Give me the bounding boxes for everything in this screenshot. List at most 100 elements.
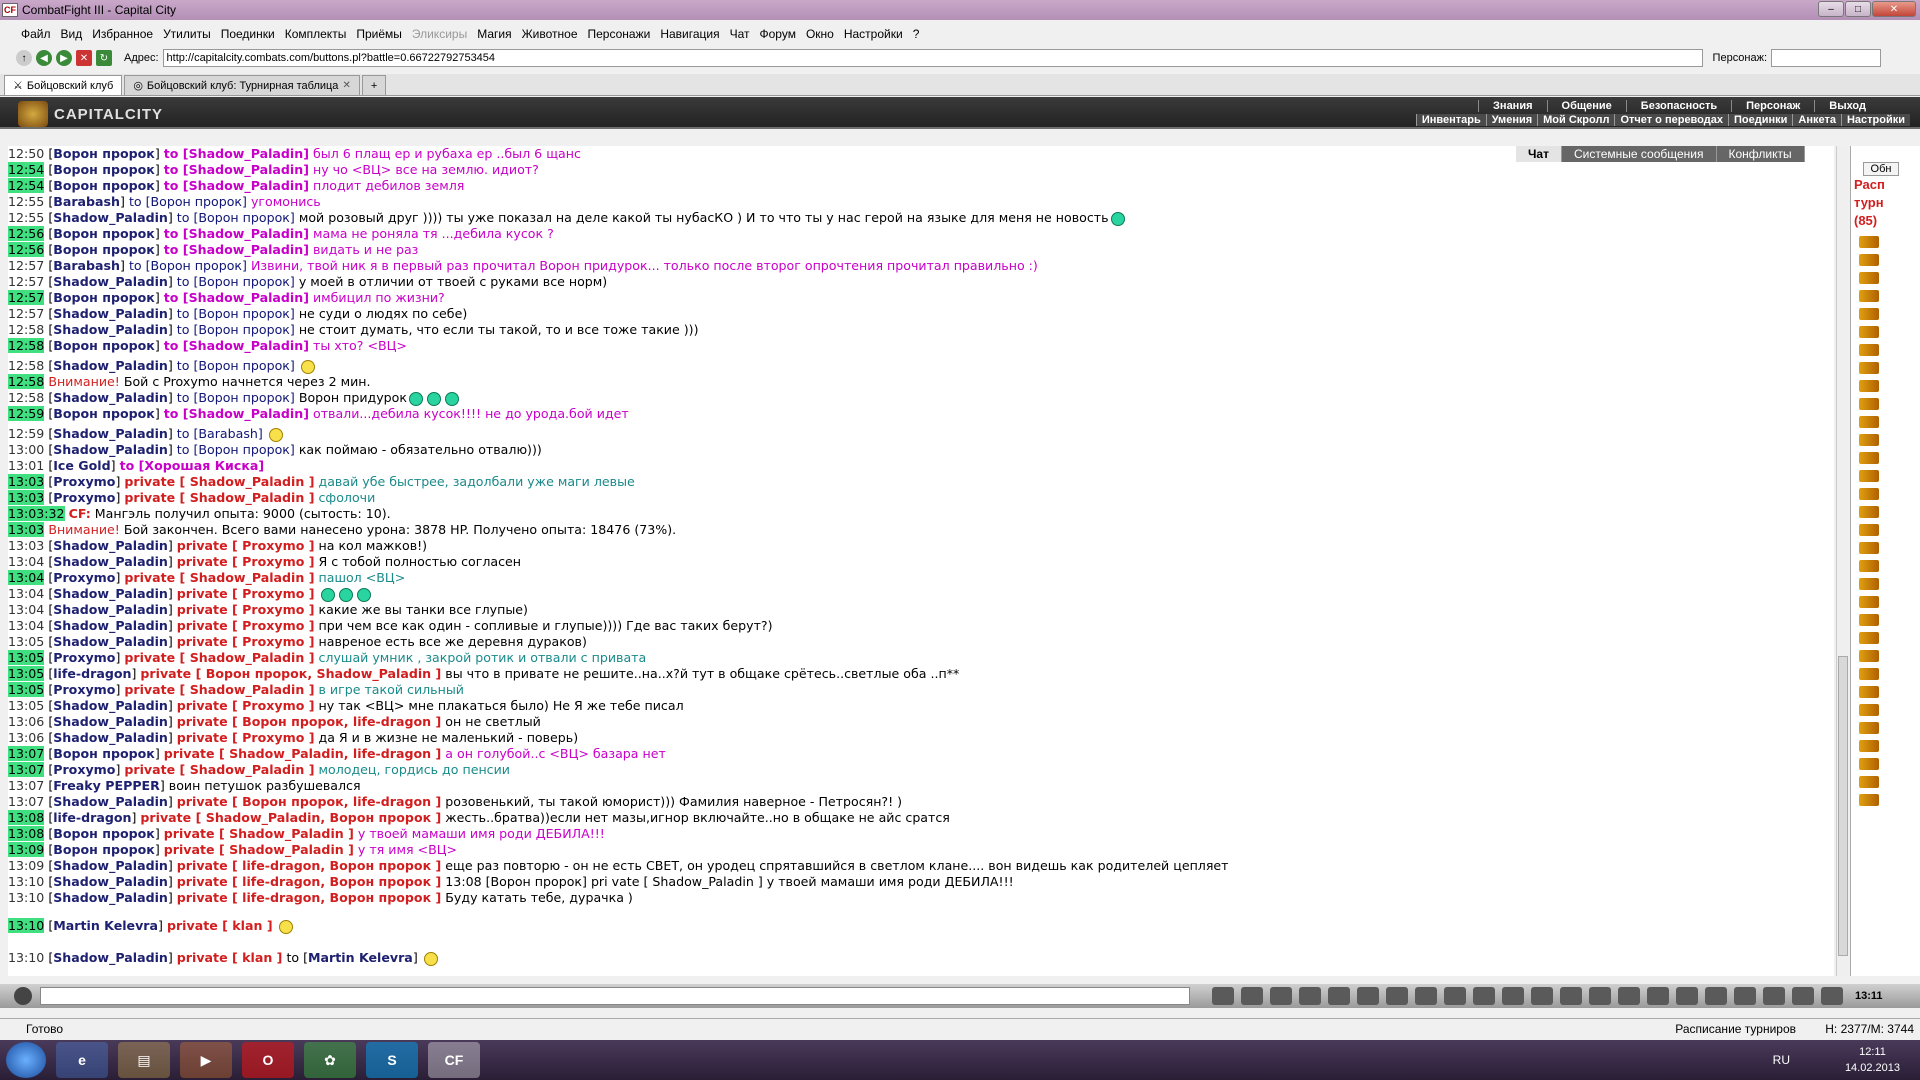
header-link[interactable]: Персонаж	[1731, 100, 1814, 112]
chat-tool-icon[interactable]	[1531, 987, 1553, 1005]
to-target[interactable]: to [Ворон пророк]	[177, 274, 295, 289]
to-target[interactable]: to [Хорошая Киска]	[120, 458, 265, 473]
chat-nick[interactable]: Barabash	[53, 258, 120, 273]
chat-nick[interactable]: Ворон пророк	[53, 826, 155, 841]
tournament-entry-icon[interactable]	[1859, 560, 1879, 572]
private-target[interactable]: private [ Ворон пророк, Shadow_Paladin ]	[140, 666, 441, 681]
tab-tournament-table[interactable]: ◎ Бойцовский клуб: Турнирная таблица ✕	[124, 75, 360, 95]
tournament-entry-icon[interactable]	[1859, 794, 1879, 806]
chat-tool-icon[interactable]	[1270, 987, 1292, 1005]
system-clock[interactable]: 12:11 14.02.2013	[1845, 1044, 1900, 1076]
header-link[interactable]: Умения	[1485, 114, 1537, 126]
schedule-link[interactable]: Расписание турниров	[1675, 1022, 1796, 1036]
to-target[interactable]: to [Ворон пророк]	[177, 358, 295, 373]
chat-nick[interactable]: Martin Kelevra	[53, 918, 158, 933]
tournament-entry-icon[interactable]	[1859, 398, 1879, 410]
private-target[interactable]: private [ Shadow_Paladin ]	[124, 490, 314, 505]
chat-nick[interactable]: Shadow_Paladin	[53, 390, 168, 405]
tournament-entry-icon[interactable]	[1859, 344, 1879, 356]
chat-nick[interactable]: Shadow_Paladin	[53, 210, 168, 225]
menu-item[interactable]: Поединки	[216, 27, 280, 41]
tournament-entry-icon[interactable]	[1859, 668, 1879, 680]
chat-tool-icon[interactable]	[1647, 987, 1669, 1005]
tournament-entry-icon[interactable]	[1859, 380, 1879, 392]
private-target[interactable]: private [ Proxymo ]	[177, 586, 315, 601]
menu-item[interactable]: Настройки	[839, 27, 908, 41]
chat-nick[interactable]: Freaky PEPPER	[53, 778, 160, 793]
chat-nick[interactable]: Ворон пророк	[53, 746, 155, 761]
private-target[interactable]: private [ life-dragon, Ворон пророк ]	[177, 858, 441, 873]
tournament-entry-icon[interactable]	[1859, 542, 1879, 554]
chat-nick[interactable]: Shadow_Paladin	[53, 730, 168, 745]
private-target[interactable]: private [ Proxymo ]	[177, 602, 315, 617]
tournament-entry-icon[interactable]	[1859, 416, 1879, 428]
chat-nick[interactable]: Shadow_Paladin	[53, 554, 168, 569]
tournament-entry-icon[interactable]	[1859, 686, 1879, 698]
chat-tool-icon[interactable]	[1589, 987, 1611, 1005]
chat-nick[interactable]: Shadow_Paladin	[53, 874, 168, 889]
tab-close-icon[interactable]: ✕	[342, 80, 350, 91]
menu-item[interactable]: Окно	[801, 27, 839, 41]
chat-tool-icon[interactable]	[1502, 987, 1524, 1005]
chat-tool-icon[interactable]	[1444, 987, 1466, 1005]
header-link[interactable]: Поединки	[1727, 114, 1792, 126]
to-target[interactable]: to [Shadow_Paladin]	[164, 178, 309, 193]
chat-tool-icon[interactable]	[1241, 987, 1263, 1005]
private-target[interactable]: private [ Proxymo ]	[177, 618, 315, 633]
chat-nick[interactable]: Shadow_Paladin	[53, 634, 168, 649]
tournament-entry-icon[interactable]	[1859, 290, 1879, 302]
chat-nick[interactable]: Shadow_Paladin	[53, 274, 168, 289]
menu-item[interactable]: Эликсиры	[407, 27, 472, 41]
chat-nick[interactable]: Ворон пророк	[53, 146, 155, 161]
scrollbar-thumb[interactable]	[1838, 656, 1848, 956]
chat-tab[interactable]: Конфликты	[1716, 146, 1805, 162]
chat-tool-icon[interactable]	[1473, 987, 1495, 1005]
chat-tool-icon[interactable]	[1734, 987, 1756, 1005]
chat-nick[interactable]: Shadow_Paladin	[53, 322, 168, 337]
chat-nick[interactable]: Shadow_Paladin	[53, 794, 168, 809]
header-link[interactable]: Выход	[1814, 100, 1880, 112]
to-target[interactable]: to [Shadow_Paladin]	[164, 226, 309, 241]
header-link[interactable]: Отчет о переводах	[1614, 114, 1728, 126]
private-target[interactable]: private [ Shadow_Paladin, Ворон пророк ]	[140, 810, 441, 825]
menu-item[interactable]: Приёмы	[351, 27, 407, 41]
to-target[interactable]: to [Barabash]	[177, 426, 263, 441]
to-target[interactable]: to [Ворон пророк]	[129, 258, 247, 273]
chat-nick[interactable]: Proxymo	[53, 490, 115, 505]
menu-item[interactable]: Избранное	[87, 27, 158, 41]
tournament-entry-icon[interactable]	[1859, 254, 1879, 266]
tournament-entry-icon[interactable]	[1859, 776, 1879, 788]
chat-tab[interactable]: Системные сообщения	[1561, 146, 1717, 162]
menu-item[interactable]: Утилиты	[158, 27, 216, 41]
to-target[interactable]: to [Shadow_Paladin]	[164, 146, 309, 161]
chat-tool-icon[interactable]	[1821, 987, 1843, 1005]
back-icon[interactable]: ◀	[36, 50, 52, 66]
to-target[interactable]: to [Ворон пророк]	[177, 306, 295, 321]
private-target[interactable]: private [ klan ]	[167, 918, 273, 933]
chat-tool-icon[interactable]	[1560, 987, 1582, 1005]
to-target[interactable]: to [Ворон пророк]	[177, 322, 295, 337]
header-link[interactable]: Общение	[1546, 100, 1626, 112]
to-target[interactable]: to [Shadow_Paladin]	[164, 406, 309, 421]
chat-nick[interactable]: Shadow_Paladin	[53, 858, 168, 873]
nav-menu-icon[interactable]: ↑	[16, 50, 32, 66]
chat-nick[interactable]: Shadow_Paladin	[53, 586, 168, 601]
chat-tool-icon[interactable]	[1705, 987, 1727, 1005]
close-icon[interactable]: ✕	[1872, 1, 1916, 17]
to-target[interactable]: to [Shadow_Paladin]	[164, 338, 309, 353]
chat-nick[interactable]: Shadow_Paladin	[53, 358, 168, 373]
chat-nick[interactable]: Ворон пророк	[53, 290, 155, 305]
menu-item[interactable]: Форум	[755, 27, 801, 41]
private-target[interactable]: private [ life-dragon, Ворон пророк ]	[177, 890, 441, 905]
tournament-entry-icon[interactable]	[1859, 326, 1879, 338]
chat-nick[interactable]: Ворон пророк	[53, 242, 155, 257]
chat-nick[interactable]: life-dragon	[53, 810, 131, 825]
chat-tool-icon[interactable]	[1386, 987, 1408, 1005]
menu-item[interactable]: Комплекты	[280, 27, 352, 41]
tournament-entry-icon[interactable]	[1859, 578, 1879, 590]
private-target[interactable]: private [ Shadow_Paladin ]	[124, 570, 314, 585]
chat-nick[interactable]: Ворон пророк	[53, 338, 155, 353]
chat-nick[interactable]: Barabash	[53, 194, 120, 209]
tournament-entry-icon[interactable]	[1859, 470, 1879, 482]
refresh-icon[interactable]: ↻	[96, 50, 112, 66]
